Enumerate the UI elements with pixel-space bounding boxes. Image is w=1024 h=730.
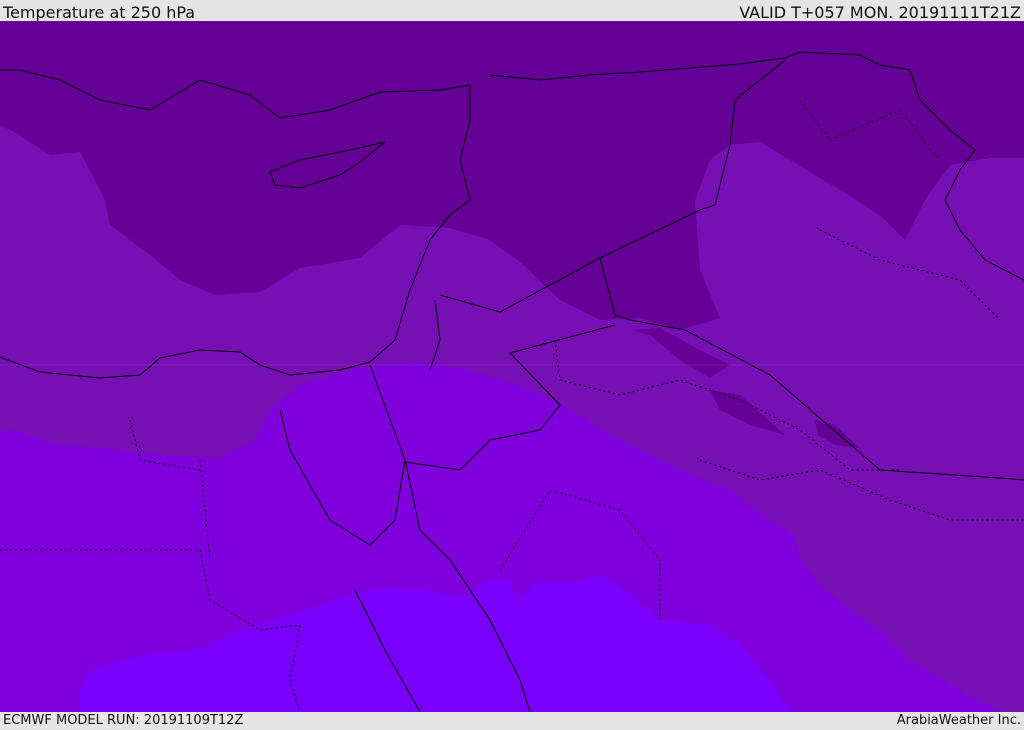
header-bar: Temperature at 250 hPa VALID T+057 MON. … (0, 0, 1024, 22)
model-run: ECMWF MODEL RUN: 20191109T12Z (3, 713, 244, 728)
credit: ArabiaWeather Inc. (896, 713, 1021, 728)
footer-bar: ECMWF MODEL RUN: 20191109T12Z ArabiaWeat… (0, 712, 1024, 729)
temperature-map (0, 21, 1024, 712)
